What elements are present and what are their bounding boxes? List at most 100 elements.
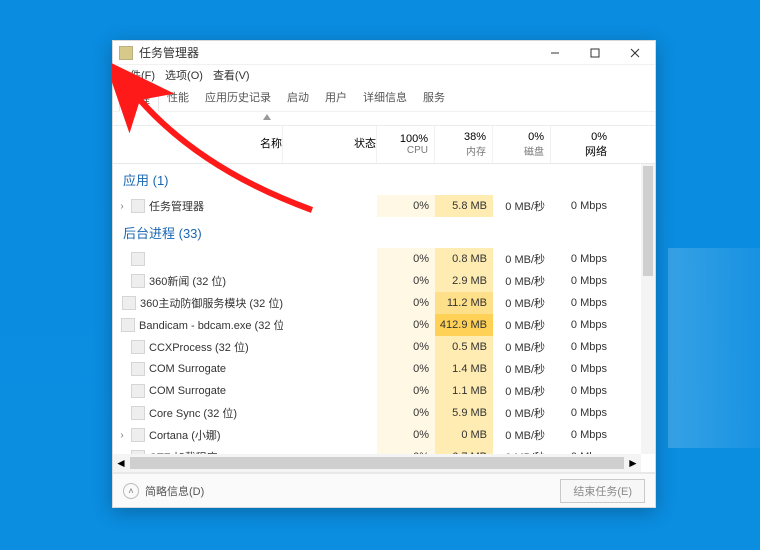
disk-cell: 0 MB/秒 bbox=[493, 314, 551, 336]
header-cpu[interactable]: 100% CPU bbox=[377, 126, 435, 163]
table-row[interactable]: Core Sync (32 位)0%5.9 MB0 MB/秒0 Mbps bbox=[113, 402, 655, 424]
expand-icon[interactable]: › bbox=[117, 201, 127, 212]
memory-cell: 1.4 MB bbox=[435, 358, 493, 380]
cpu-cell: 0% bbox=[377, 402, 435, 424]
cpu-cell: 0% bbox=[377, 195, 435, 217]
table-row[interactable]: COM Surrogate0%1.1 MB0 MB/秒0 Mbps bbox=[113, 380, 655, 402]
disk-cell: 0 MB/秒 bbox=[493, 248, 551, 270]
cpu-percent: 100% bbox=[377, 133, 428, 145]
fewer-details-toggle[interactable]: ˄ 简略信息(D) bbox=[123, 483, 204, 499]
vertical-scrollbar[interactable] bbox=[641, 164, 655, 454]
table-row[interactable]: COM Surrogate0%1.4 MB0 MB/秒0 Mbps bbox=[113, 358, 655, 380]
tab-processes[interactable]: 进程 bbox=[119, 86, 159, 112]
mem-percent: 38% bbox=[435, 131, 486, 143]
tab-services[interactable]: 服务 bbox=[415, 85, 453, 111]
disk-cell: 0 MB/秒 bbox=[493, 402, 551, 424]
desktop-band bbox=[668, 248, 760, 448]
process-icon bbox=[121, 318, 135, 332]
group-apps: 应用 (1) bbox=[113, 164, 655, 195]
disk-cell: 0 MB/秒 bbox=[493, 195, 551, 217]
horizontal-scroll-thumb[interactable] bbox=[130, 457, 624, 469]
process-name: Bandicam - bdcam.exe (32 位) bbox=[139, 317, 283, 333]
menubar: 文件(F) 选项(O) 查看(V) bbox=[113, 65, 655, 85]
process-icon bbox=[122, 296, 136, 310]
minimize-button[interactable] bbox=[535, 41, 575, 64]
table-row[interactable]: Bandicam - bdcam.exe (32 位)0%412.9 MB0 M… bbox=[113, 314, 655, 336]
chevron-up-icon: ˄ bbox=[123, 483, 139, 499]
memory-cell: 5.8 MB bbox=[435, 195, 493, 217]
cpu-label: CPU bbox=[377, 145, 428, 156]
window-title: 任务管理器 bbox=[139, 44, 535, 61]
window-controls bbox=[535, 41, 655, 64]
hscroll-right-icon[interactable]: ► bbox=[625, 455, 641, 471]
network-cell: 0 Mbps bbox=[551, 380, 615, 402]
sort-caret-icon bbox=[263, 114, 271, 120]
sort-indicator-row bbox=[113, 112, 655, 126]
header-network[interactable]: 0% 网络 bbox=[551, 126, 615, 163]
process-name: 任务管理器 bbox=[149, 198, 204, 214]
network-cell: 0 Mbps bbox=[551, 248, 615, 270]
table-row[interactable]: 360新闻 (32 位)0%2.9 MB0 MB/秒0 Mbps bbox=[113, 270, 655, 292]
tab-startup[interactable]: 启动 bbox=[279, 85, 317, 111]
disk-cell: 0 MB/秒 bbox=[493, 292, 551, 314]
table-row[interactable]: CCXProcess (32 位)0%0.5 MB0 MB/秒0 Mbps bbox=[113, 336, 655, 358]
net-percent: 0% bbox=[551, 131, 607, 143]
table-row[interactable]: › 任务管理器 0%5.8 MB0 MB/秒0 Mbps bbox=[113, 195, 655, 217]
minimize-icon bbox=[550, 48, 560, 58]
process-icon bbox=[131, 384, 145, 398]
horizontal-scrollbar[interactable]: ◄ ► bbox=[113, 454, 641, 472]
group-background: 后台进程 (33) bbox=[113, 217, 655, 248]
cpu-cell: 0% bbox=[377, 380, 435, 402]
vertical-scroll-thumb[interactable] bbox=[643, 166, 653, 276]
menu-view[interactable]: 查看(V) bbox=[213, 67, 250, 83]
hscroll-left-icon[interactable]: ◄ bbox=[113, 455, 129, 471]
expand-icon[interactable]: › bbox=[117, 430, 127, 441]
header-memory[interactable]: 38% 内存 bbox=[435, 126, 493, 163]
process-list-inner[interactable]: 应用 (1)›任务管理器0%5.8 MB0 MB/秒0 Mbps后台进程 (33… bbox=[113, 164, 655, 472]
header-name[interactable]: 名称 bbox=[113, 126, 283, 163]
memory-cell: 0 MB bbox=[435, 424, 493, 446]
end-task-button[interactable]: 结束任务(E) bbox=[560, 479, 645, 503]
close-icon bbox=[630, 48, 640, 58]
memory-cell: 0.8 MB bbox=[435, 248, 493, 270]
tab-users[interactable]: 用户 bbox=[317, 85, 355, 111]
memory-cell: 5.9 MB bbox=[435, 402, 493, 424]
memory-cell: 412.9 MB bbox=[435, 314, 493, 336]
table-row[interactable]: 0%0.8 MB0 MB/秒0 Mbps bbox=[113, 248, 655, 270]
tab-performance[interactable]: 性能 bbox=[159, 85, 197, 111]
titlebar[interactable]: 任务管理器 bbox=[113, 41, 655, 65]
process-icon bbox=[131, 362, 145, 376]
memory-cell: 11.2 MB bbox=[435, 292, 493, 314]
network-cell: 0 Mbps bbox=[551, 314, 615, 336]
disk-cell: 0 MB/秒 bbox=[493, 424, 551, 446]
process-name: Core Sync (32 位) bbox=[149, 405, 237, 421]
header-status[interactable]: 状态 bbox=[283, 126, 377, 163]
table-row[interactable]: 360主动防御服务模块 (32 位)0%11.2 MB0 MB/秒0 Mbps bbox=[113, 292, 655, 314]
disk-percent: 0% bbox=[493, 131, 544, 143]
header-disk[interactable]: 0% 磁盘 bbox=[493, 126, 551, 163]
process-name: COM Surrogate bbox=[149, 363, 226, 375]
disk-cell: 0 MB/秒 bbox=[493, 380, 551, 402]
close-button[interactable] bbox=[615, 41, 655, 64]
process-icon bbox=[131, 340, 145, 354]
maximize-button[interactable] bbox=[575, 41, 615, 64]
menu-file[interactable]: 文件(F) bbox=[119, 67, 155, 83]
cpu-cell: 0% bbox=[377, 292, 435, 314]
process-icon bbox=[131, 274, 145, 288]
disk-cell: 0 MB/秒 bbox=[493, 336, 551, 358]
memory-cell: 0.5 MB bbox=[435, 336, 493, 358]
footer: ˄ 简略信息(D) 结束任务(E) bbox=[113, 473, 655, 507]
net-label: 网络 bbox=[551, 143, 607, 159]
tab-details[interactable]: 详细信息 bbox=[355, 85, 415, 111]
network-cell: 0 Mbps bbox=[551, 195, 615, 217]
network-cell: 0 Mbps bbox=[551, 292, 615, 314]
menu-options[interactable]: 选项(O) bbox=[165, 67, 203, 83]
tab-apphistory[interactable]: 应用历史记录 bbox=[197, 85, 279, 111]
process-icon bbox=[131, 199, 145, 213]
maximize-icon bbox=[590, 48, 600, 58]
cpu-cell: 0% bbox=[377, 314, 435, 336]
table-row[interactable]: ›Cortana (小娜)0%0 MB0 MB/秒0 Mbps bbox=[113, 424, 655, 446]
process-icon bbox=[131, 406, 145, 420]
process-list: 应用 (1)›任务管理器0%5.8 MB0 MB/秒0 Mbps后台进程 (33… bbox=[113, 164, 655, 473]
app-icon bbox=[119, 46, 133, 60]
